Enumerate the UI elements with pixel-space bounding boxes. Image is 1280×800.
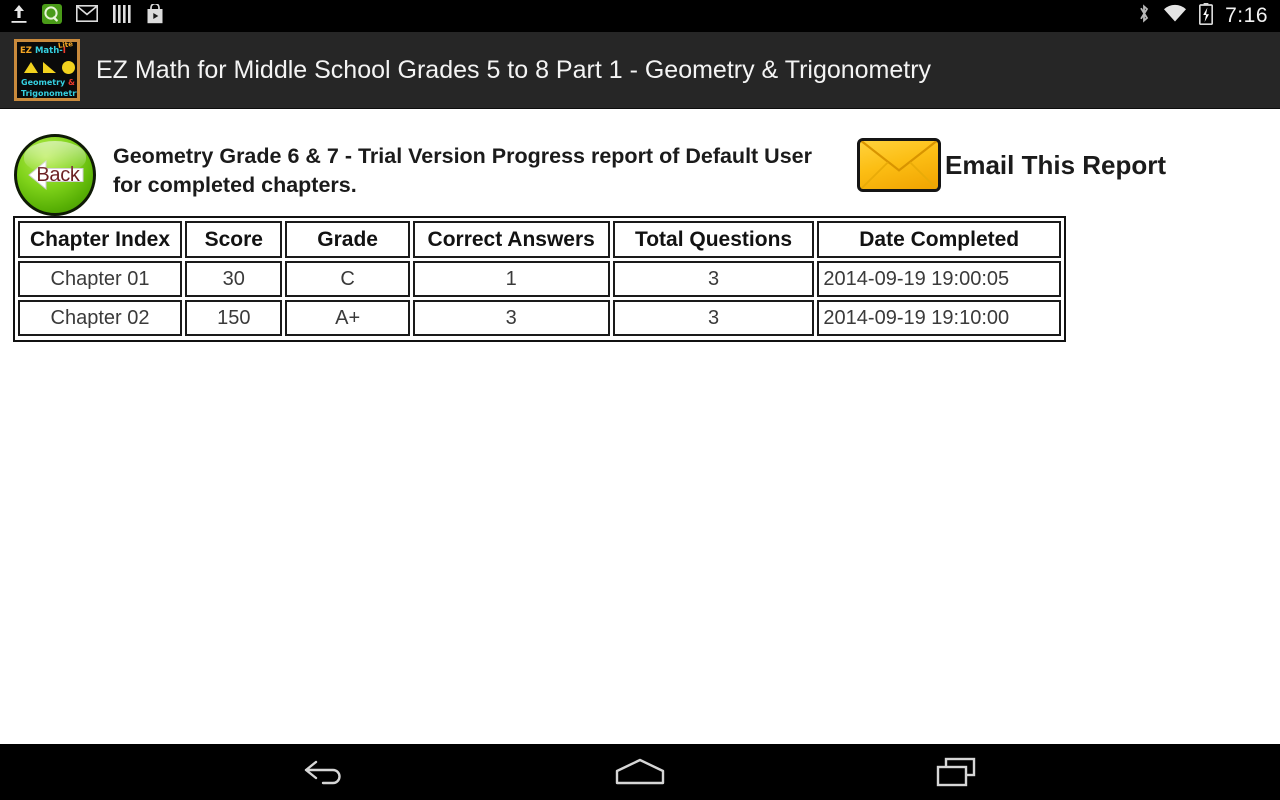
cell-total-questions: 3 (612, 261, 815, 297)
app-logo-shapes (22, 59, 77, 76)
pentagon-shape-icon (24, 62, 38, 73)
back-arrow-icon (28, 159, 84, 191)
app-logo-ampersand: & (68, 78, 76, 87)
progress-report-table: Chapter Index Score Grade Correct Answer… (13, 216, 1066, 342)
column-header-correct-answers: Correct Answers (412, 221, 610, 258)
back-nav-icon (304, 760, 341, 785)
status-system-icons: 7:16 (1137, 2, 1280, 30)
nav-back-button[interactable] (216, 744, 432, 800)
column-header-date-completed: Date Completed (817, 221, 1061, 258)
app-logo-geometry: Geometry (21, 78, 66, 87)
android-status-bar: 7:16 (0, 0, 1280, 32)
email-this-report-label: Email This Report (945, 149, 1167, 180)
circle-shape-icon (62, 61, 75, 74)
home-nav-icon (615, 758, 665, 785)
cell-chapter-index: Chapter 02 (18, 300, 183, 336)
app-logo-ez: EZ (20, 46, 32, 56)
email-this-report-button[interactable]: Email This Report (857, 138, 1166, 192)
column-header-score: Score (185, 221, 283, 258)
battery-charging-icon (1199, 2, 1214, 30)
report-title: Geometry Grade 6 & 7 - Trial Version Pro… (113, 144, 812, 197)
triangle-shape-icon (43, 62, 56, 73)
status-notification-icons (0, 2, 164, 29)
app-logo-line3: Trigonometry (21, 89, 80, 98)
back-button[interactable]: Back (14, 134, 96, 216)
app-logo-line2: Geometry & (21, 78, 75, 87)
nav-recents-button[interactable] (848, 744, 1064, 800)
cell-date-completed: 2014-09-19 19:00:05 (817, 261, 1062, 297)
column-header-chapter-index: Chapter Index (18, 221, 183, 258)
gmail-icon (76, 5, 98, 27)
nav-home-button[interactable] (532, 744, 748, 800)
cell-correct-answers: 3 (412, 300, 610, 336)
cell-correct-answers: 1 (412, 261, 610, 297)
upload-icon (10, 4, 28, 29)
cell-score: 30 (185, 261, 283, 297)
table-row: Chapter 01 30 C 1 3 2014-09-19 19:00:05 (18, 261, 1062, 297)
cell-date-completed: 2014-09-19 19:10:00 (817, 300, 1062, 336)
app-title-bar: EZ Math-I Lite Geometry & Trigonometry E… (0, 32, 1280, 109)
app-title: EZ Math for Middle School Grades 5 to 8 … (96, 55, 932, 84)
table-header-row: Chapter Index Score Grade Correct Answer… (18, 221, 1061, 258)
bluetooth-icon (1137, 3, 1151, 29)
status-clock: 7:16 (1225, 4, 1268, 27)
envelope-icon (857, 138, 941, 192)
app-badge-icon (42, 3, 62, 29)
play-store-icon (146, 2, 164, 29)
app-logo-icon: EZ Math-I Lite Geometry & Trigonometry (14, 39, 80, 101)
recents-nav-icon (936, 757, 976, 787)
bars-icon (112, 4, 132, 28)
cell-grade: C (285, 261, 410, 297)
cell-total-questions: 3 (612, 300, 815, 336)
report-header: Back Geometry Grade 6 & 7 - Trial Versio… (0, 126, 1280, 216)
cell-grade: A+ (285, 300, 410, 336)
app-logo-lite-badge: Lite (57, 39, 74, 51)
column-header-total-questions: Total Questions (612, 221, 815, 258)
cell-score: 150 (185, 300, 283, 336)
wifi-icon (1163, 4, 1187, 28)
table-row: Chapter 02 150 A+ 3 3 2014-09-19 19:10:0… (18, 300, 1062, 336)
cell-chapter-index: Chapter 01 (18, 261, 183, 297)
column-header-grade: Grade (285, 221, 410, 258)
android-navigation-bar (0, 744, 1280, 800)
